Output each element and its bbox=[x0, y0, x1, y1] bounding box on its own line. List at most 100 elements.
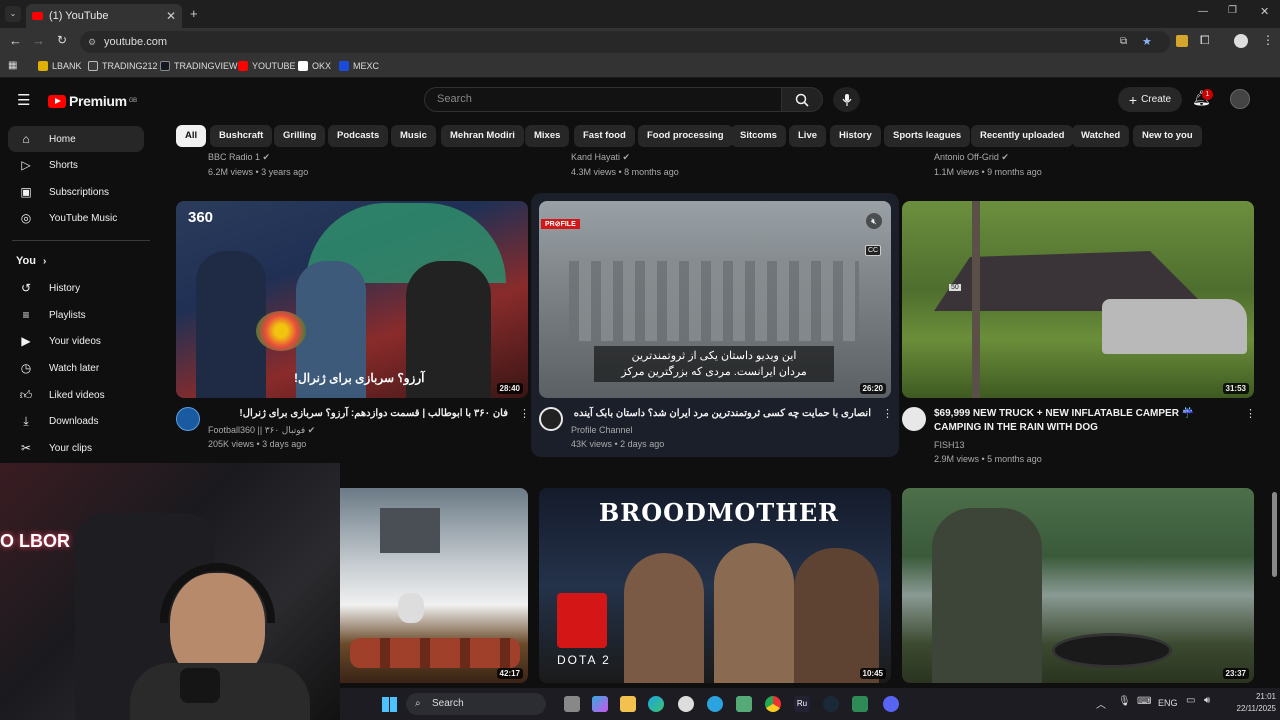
chip-recently-uploaded[interactable]: Recently uploaded bbox=[971, 125, 1074, 147]
new-tab-button[interactable]: + bbox=[190, 6, 198, 21]
sidebar-item-youtube-music[interactable]: ◎ YouTube Music bbox=[8, 205, 144, 231]
app-ru-icon[interactable]: Ru bbox=[794, 696, 810, 712]
github-icon[interactable] bbox=[678, 696, 694, 712]
bookmark-okx[interactable]: OKX bbox=[298, 61, 331, 71]
video-channel-name[interactable]: FISH13 bbox=[934, 438, 965, 452]
forward-icon[interactable]: → bbox=[32, 33, 45, 48]
bookmark-star-icon[interactable]: ★ bbox=[1142, 31, 1152, 53]
copilot-icon[interactable] bbox=[592, 696, 608, 712]
chip-watched[interactable]: Watched bbox=[1072, 125, 1130, 147]
chip-live[interactable]: Live bbox=[789, 125, 827, 147]
tab-close-icon[interactable]: ✕ bbox=[166, 9, 176, 23]
chip-podcasts[interactable]: Podcasts bbox=[328, 125, 389, 147]
more-actions-icon[interactable]: ⋮ bbox=[882, 407, 893, 420]
steam-icon[interactable] bbox=[823, 696, 839, 712]
channel-avatar[interactable] bbox=[176, 407, 200, 431]
edge-icon[interactable] bbox=[648, 696, 664, 712]
discord-icon[interactable] bbox=[883, 696, 899, 712]
back-icon[interactable]: ← bbox=[9, 33, 22, 48]
sidebar-item-your-clips[interactable]: ✂ Your clips bbox=[8, 435, 144, 461]
account-avatar[interactable] bbox=[1230, 89, 1250, 109]
chip-mixes[interactable]: Mixes bbox=[525, 125, 570, 147]
bookmark-youtube[interactable]: YOUTUBE bbox=[238, 61, 296, 71]
apps-grid-icon[interactable]: ▦ bbox=[8, 60, 17, 71]
extensions-puzzle-icon[interactable]: ⧠ bbox=[1200, 33, 1210, 48]
video-title[interactable]: انصاری با حمایت چه کسی ثروتمندترین مرد ا… bbox=[571, 407, 871, 421]
browser-tab-youtube[interactable]: (1) YouTube ✕ bbox=[26, 4, 182, 28]
create-button[interactable]: + Create bbox=[1118, 87, 1182, 112]
sidebar-item-home[interactable]: ⌂ Home bbox=[8, 126, 144, 152]
video-thumbnail[interactable]: PR⊘FILE 🔇︎ CC این ویدیو داستان یکی از ثر… bbox=[539, 201, 891, 398]
maximize-button[interactable]: ❐ bbox=[1228, 5, 1237, 16]
page-scrollbar[interactable] bbox=[1272, 492, 1277, 577]
chip-history[interactable]: History bbox=[830, 125, 881, 147]
sidebar-item-liked-videos[interactable]: 👍︎ Liked videos bbox=[8, 382, 144, 408]
install-icon[interactable]: ⧉ bbox=[1120, 31, 1127, 53]
active-app-icon[interactable] bbox=[852, 696, 868, 712]
chip-food-processing[interactable]: Food processing bbox=[638, 125, 733, 147]
telegram-icon[interactable] bbox=[707, 696, 723, 712]
bookmark-lbank[interactable]: LBANK bbox=[38, 61, 82, 71]
chip-mehran-modiri[interactable]: Mehran Modiri bbox=[441, 125, 524, 147]
profile-icon[interactable] bbox=[1234, 34, 1248, 48]
video-channel-name[interactable]: Profile Channel bbox=[571, 423, 633, 437]
chip-sports-leagues[interactable]: Sports leagues bbox=[884, 125, 971, 147]
chip-sitcoms[interactable]: Sitcoms bbox=[731, 125, 786, 147]
sidebar-you-heading[interactable]: You › bbox=[16, 255, 46, 267]
bookmark-tradingview[interactable]: TRADINGVIEW bbox=[160, 61, 238, 71]
sidebar-item-watch-later[interactable]: ◷ Watch later bbox=[8, 355, 144, 381]
channel-avatar[interactable] bbox=[539, 407, 563, 431]
sidebar-item-your-videos[interactable]: ▶ Your videos bbox=[8, 328, 144, 354]
chip-fast-food[interactable]: Fast food bbox=[574, 125, 635, 147]
task-view-icon[interactable] bbox=[564, 696, 580, 712]
sidebar-item-playlists[interactable]: ≡ Playlists bbox=[8, 302, 144, 328]
youtube-premium-logo[interactable]: Premium GB bbox=[48, 93, 137, 109]
language-indicator[interactable]: ENG bbox=[1158, 698, 1178, 708]
bookmark-trading212[interactable]: TRADING212 bbox=[88, 61, 158, 71]
clock-time[interactable]: 21:01 bbox=[1236, 692, 1276, 701]
video-channel-name[interactable]: BBC Radio 1 ✔ bbox=[208, 152, 270, 163]
file-explorer-icon[interactable] bbox=[620, 696, 636, 712]
sidebar-item-history[interactable]: ↺ History bbox=[8, 275, 144, 301]
voice-search-button[interactable] bbox=[833, 87, 860, 112]
video-thumbnail[interactable]: 50 31:53 bbox=[902, 201, 1254, 398]
search-button[interactable] bbox=[781, 87, 823, 112]
extension-icon[interactable] bbox=[1176, 35, 1188, 47]
browser-menu-icon[interactable]: ⋮ bbox=[1262, 33, 1274, 47]
sidebar-item-subscriptions[interactable]: ▣ Subscriptions bbox=[8, 179, 144, 205]
site-info-icon[interactable]: ⚙ bbox=[88, 31, 96, 53]
network-icon[interactable]: ▭ bbox=[1186, 695, 1195, 706]
bookmark-mexc[interactable]: MEXC bbox=[339, 61, 379, 71]
chip-all[interactable]: All bbox=[176, 125, 207, 147]
video-channel-name[interactable]: Football360 || فوتبال ۳۶۰ ✔ bbox=[208, 423, 315, 437]
tray-chevron-icon[interactable]: ︿ bbox=[1096, 696, 1106, 711]
taskbar-search[interactable]: ⌕ Search bbox=[406, 693, 546, 715]
windows-start-icon[interactable] bbox=[382, 697, 397, 712]
sidebar-item-shorts[interactable]: ▷ Shorts bbox=[8, 152, 144, 178]
volume-icon[interactable]: 🔊︎ bbox=[1204, 695, 1210, 706]
tab-search-button[interactable]: ⌄ bbox=[5, 6, 21, 22]
video-title[interactable]: فان ۳۶۰ با ابوطالب | قسمت دوازدهم: آرزو؟… bbox=[208, 407, 508, 421]
chip-new-to-you[interactable]: New to you bbox=[1133, 125, 1202, 147]
reload-icon[interactable]: ↻ bbox=[57, 33, 67, 47]
minimize-button[interactable]: — bbox=[1198, 6, 1208, 17]
hamburger-menu-icon[interactable]: ☰ bbox=[17, 91, 30, 109]
more-actions-icon[interactable]: ⋮ bbox=[519, 407, 530, 420]
chip-grilling[interactable]: Grilling bbox=[274, 125, 326, 147]
video-title[interactable]: $69,999 NEW TRUCK + NEW INFLATABLE CAMPE… bbox=[934, 407, 1234, 435]
video-channel-name[interactable]: Kand Hayati ✔ bbox=[571, 152, 630, 163]
video-thumbnail[interactable]: 23:37 bbox=[902, 488, 1254, 683]
channel-avatar[interactable] bbox=[902, 407, 926, 431]
url-field[interactable]: ⚙ youtube.com ⧉ ★ bbox=[80, 31, 1170, 53]
chip-music[interactable]: Music bbox=[391, 125, 436, 147]
store-icon[interactable] bbox=[736, 696, 752, 712]
captions-icon[interactable]: CC bbox=[865, 245, 882, 256]
video-thumbnail[interactable]: 360 آرزو؟ سربازی برای ژنرال! 28:40 bbox=[176, 201, 528, 398]
video-channel-name[interactable]: Antonio Off-Grid ✔ bbox=[934, 152, 1009, 163]
more-actions-icon[interactable]: ⋮ bbox=[1245, 407, 1256, 420]
clock-date[interactable]: 22/11/2025 bbox=[1224, 704, 1276, 713]
chip-bushcraft[interactable]: Bushcraft bbox=[210, 125, 273, 147]
search-input[interactable]: Search bbox=[424, 87, 782, 112]
keyboard-icon[interactable]: ⌨ bbox=[1137, 696, 1151, 707]
video-thumbnail[interactable]: 42:17 bbox=[340, 488, 528, 683]
